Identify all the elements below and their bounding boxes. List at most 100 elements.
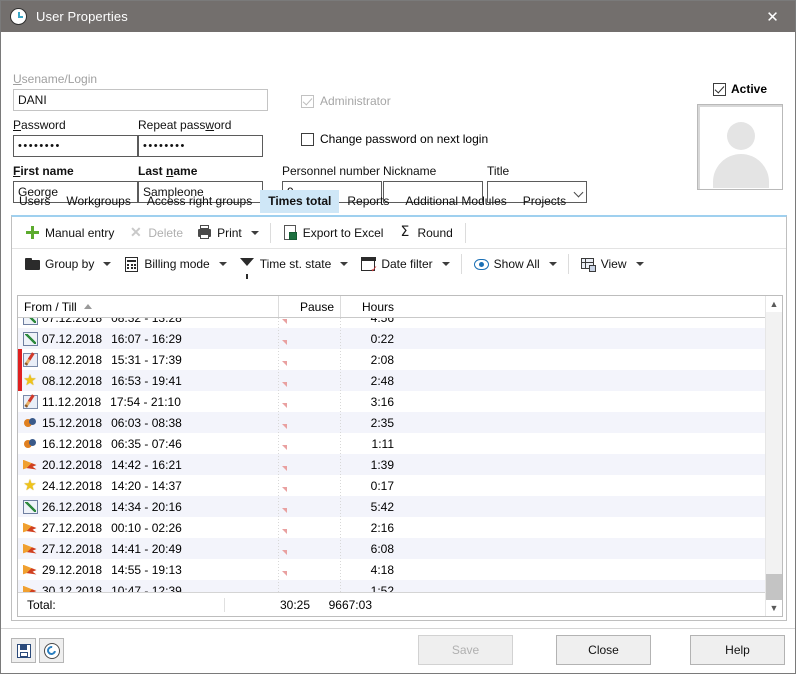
toolbar-separator <box>461 254 462 274</box>
row-datetime: 29.12.201814:55 - 19:13 <box>42 563 278 577</box>
billing-mode-dropdown-caret[interactable] <box>219 262 227 266</box>
help-button[interactable]: Help <box>690 635 785 665</box>
row-hours: 5:42 <box>340 500 400 514</box>
view-dropdown-caret[interactable] <box>636 262 644 266</box>
table-row[interactable]: 27.12.201800:10 - 02:262:16 <box>18 517 766 538</box>
date-filter-label: Date filter <box>381 257 432 271</box>
table-row[interactable]: ★08.12.201816:53 - 19:412:48 <box>18 370 766 391</box>
table-row[interactable]: 08.12.201815:31 - 17:392:08 <box>18 349 766 370</box>
scroll-up-icon[interactable]: ▲ <box>766 296 782 312</box>
row-date: 08.12.2018 <box>42 353 102 367</box>
table-row[interactable]: 15.12.201806:03 - 08:382:35 <box>18 412 766 433</box>
table-row[interactable]: 20.12.201814:42 - 16:21 1:39 <box>18 454 766 475</box>
title-bar: User Properties ✕ <box>1 1 795 32</box>
round-button[interactable]: Σ Round <box>390 222 459 243</box>
table-row[interactable]: 16.12.201806:35 - 07:461:11 <box>18 433 766 454</box>
close-button[interactable]: Close <box>556 635 651 665</box>
column-header-from-till[interactable]: From / Till <box>18 296 278 317</box>
user-form: Usename/Login Password Repeat password F… <box>1 32 795 187</box>
row-hours: 3:16 <box>340 395 400 409</box>
time-st-state-label: Time st. state <box>260 257 332 271</box>
calculator-icon <box>124 257 139 272</box>
row-hours: 2:08 <box>340 353 400 367</box>
quick-refresh-button[interactable] <box>39 638 64 663</box>
manual-entry-button[interactable]: Manual entry <box>18 222 121 243</box>
table-row[interactable]: 27.12.201814:41 - 20:496:08 <box>18 538 766 559</box>
avatar-head <box>727 122 755 150</box>
print-dropdown-caret[interactable] <box>251 231 259 235</box>
date-filter-button[interactable]: ✓ Date filter <box>354 254 439 275</box>
change-password-checkbox[interactable]: Change password on next login <box>301 132 488 146</box>
row-datetime: 07.12.201808:32 - 13:28 <box>42 318 278 325</box>
row-date: 24.12.2018 <box>42 479 102 493</box>
table-row[interactable]: ★24.12.201814:20 - 14:370:17 <box>18 475 766 496</box>
username-input[interactable] <box>13 89 268 111</box>
edit-icon <box>18 395 42 409</box>
tab-users[interactable]: Users <box>11 190 58 213</box>
group-by-dropdown-caret[interactable] <box>103 262 111 266</box>
row-date: 29.12.2018 <box>42 563 102 577</box>
active-checkbox[interactable]: Active <box>713 82 767 96</box>
row-datetime: 20.12.201814:42 - 16:21 <box>42 458 278 472</box>
close-icon[interactable]: ✕ <box>750 1 795 32</box>
round-label: Round <box>417 226 452 240</box>
window-title: User Properties <box>36 9 128 24</box>
row-range: 14:34 - 20:16 <box>111 500 182 514</box>
tab-additional-modules[interactable]: Additional Modules <box>397 190 514 213</box>
row-hours: 0:22 <box>340 332 400 346</box>
table-row[interactable]: 11.12.201817:54 - 21:10 3:16 <box>18 391 766 412</box>
table-row[interactable]: 07.12.201808:32 - 13:284:56 <box>18 318 766 328</box>
row-hours: 1:39 <box>340 458 400 472</box>
table-row[interactable]: 30.12.201810:47 - 12:391:52 <box>18 580 766 592</box>
toolbar-row-1: Manual entry ✕ Delete Print Export to Ex… <box>12 217 786 248</box>
table-row[interactable]: 07.12.201816:07 - 16:290:22 <box>18 328 766 349</box>
row-hours: 2:16 <box>340 521 400 535</box>
arrow-icon <box>18 584 42 593</box>
checkbox-box <box>301 133 314 146</box>
scrollbar-thumb[interactable] <box>766 574 782 600</box>
column-header-pause[interactable]: Pause <box>278 296 340 317</box>
tab-projects[interactable]: Projects <box>515 190 574 213</box>
time-st-state-button[interactable]: Time st. state <box>233 254 339 275</box>
row-date: 11.12.2018 <box>42 395 101 409</box>
row-flag-marker <box>18 370 22 391</box>
show-all-button[interactable]: Show All <box>467 254 547 275</box>
scrollbar-track[interactable] <box>766 312 782 600</box>
row-hours: 0:17 <box>340 479 400 493</box>
table-row[interactable]: 26.12.201814:34 - 20:165:42 <box>18 496 766 517</box>
repeat-password-input[interactable] <box>138 135 263 157</box>
toolbar-separator <box>270 223 271 243</box>
table-row[interactable]: 29.12.201814:55 - 19:134:18 <box>18 559 766 580</box>
avatar[interactable] <box>697 104 783 190</box>
print-button[interactable]: Print <box>190 222 249 243</box>
star-icon: ★ <box>18 479 42 493</box>
table-vertical-scrollbar[interactable]: ▲ ▼ <box>765 296 782 616</box>
active-label: Active <box>731 82 767 96</box>
billing-mode-label: Billing mode <box>144 257 209 271</box>
table-body[interactable]: 07.12.201808:32 - 13:284:5607.12.201816:… <box>18 318 766 592</box>
row-range: 16:07 - 16:29 <box>111 332 182 346</box>
column-header-hours[interactable]: Hours <box>340 296 400 317</box>
export-to-excel-button[interactable]: Export to Excel <box>276 222 391 243</box>
group-by-button[interactable]: Group by <box>18 254 101 275</box>
tab-times-total[interactable]: Times total <box>260 190 339 213</box>
quick-save-button[interactable] <box>11 638 36 663</box>
view-button[interactable]: View <box>574 254 634 275</box>
star-icon: ★ <box>18 374 42 388</box>
tab-access-right-groups[interactable]: Access right groups <box>139 190 260 213</box>
password-input[interactable] <box>13 135 138 157</box>
clock-icon <box>10 8 27 25</box>
billing-mode-button[interactable]: Billing mode <box>117 254 216 275</box>
delete-x-icon: ✕ <box>128 225 143 240</box>
scroll-down-icon[interactable]: ▼ <box>766 600 782 616</box>
row-datetime: 11.12.201817:54 - 21:10 <box>42 395 278 409</box>
show-all-dropdown-caret[interactable] <box>549 262 557 266</box>
date-filter-dropdown-caret[interactable] <box>442 262 450 266</box>
time-st-state-dropdown-caret[interactable] <box>340 262 348 266</box>
tab-reports[interactable]: Reports <box>339 190 397 213</box>
calendar-icon: ✓ <box>361 257 376 272</box>
tab-workgroups[interactable]: Workgroups <box>58 190 138 213</box>
row-flag-marker <box>18 349 22 370</box>
password-label: Password <box>13 118 66 132</box>
toolbar-separator <box>465 223 466 243</box>
